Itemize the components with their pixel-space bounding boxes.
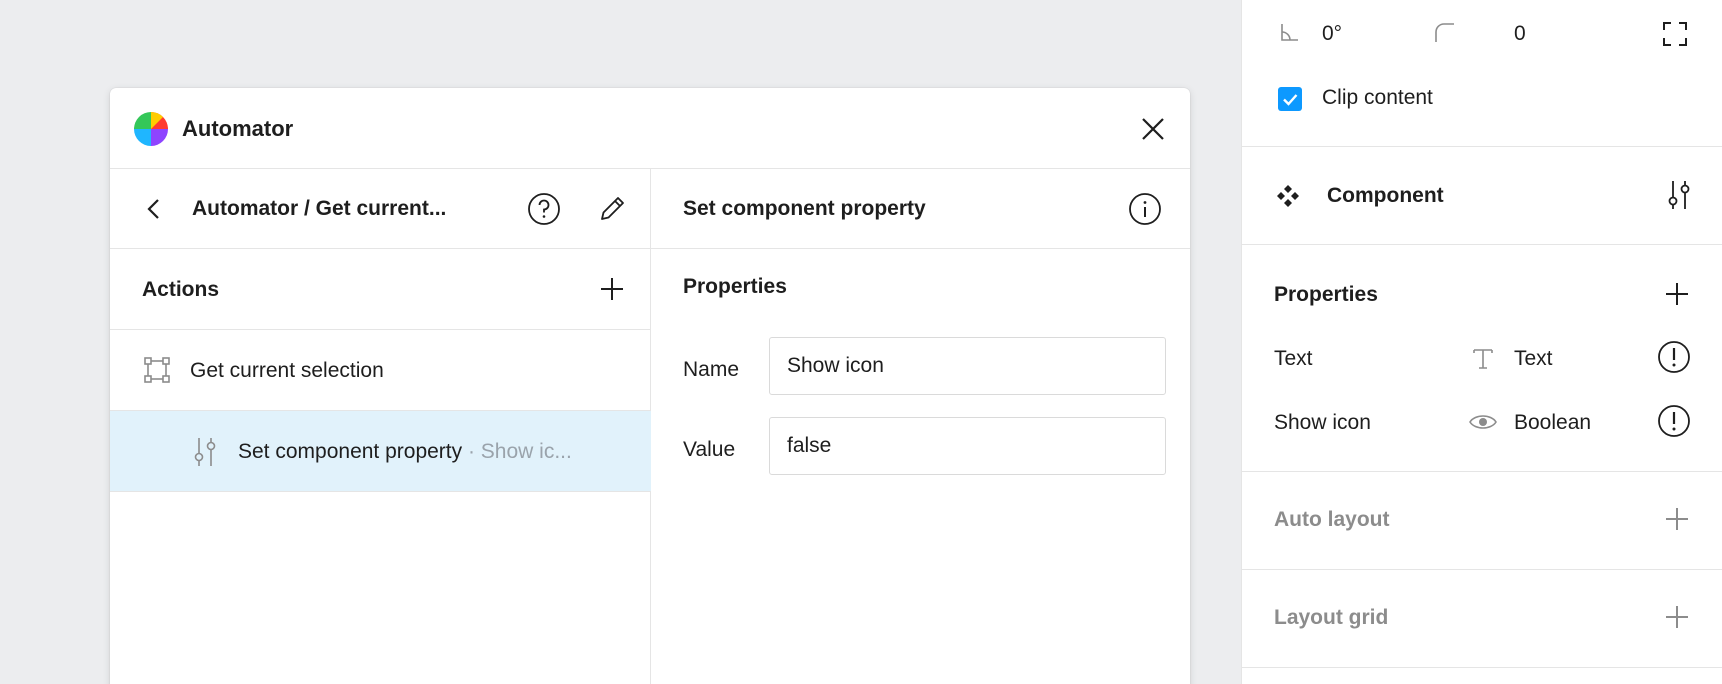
value-field-label: Value	[683, 438, 736, 461]
add-auto-layout-plus-icon[interactable]	[1662, 504, 1692, 534]
clip-content-label: Clip content	[1322, 86, 1433, 109]
corner-radius-icon	[1432, 20, 1456, 44]
layout-grid-title: Layout grid	[1274, 606, 1389, 629]
add-property-plus-icon[interactable]	[1662, 279, 1692, 309]
automator-plugin-window: Automator Automator / Get current... Act…	[110, 88, 1190, 684]
action-item-get-current-selection[interactable]: Get current selection	[110, 330, 651, 411]
rotation-angle-icon	[1278, 20, 1302, 44]
warning-icon[interactable]	[1656, 339, 1692, 375]
actions-title: Actions	[142, 278, 220, 301]
pencil-icon[interactable]	[594, 191, 630, 227]
action-label: Set component property · Show ic...	[238, 440, 572, 463]
add-layout-grid-plus-icon[interactable]	[1662, 602, 1692, 632]
automation-list-pane: Automator / Get current... Actions Get c…	[110, 169, 651, 684]
frame-selection-icon	[142, 355, 172, 385]
independent-corners-icon[interactable]	[1661, 20, 1689, 48]
component-title: Component	[1327, 184, 1444, 207]
back-arrow-icon[interactable]	[138, 193, 170, 225]
warning-icon[interactable]	[1656, 403, 1692, 439]
rotation-value[interactable]: 0°	[1322, 22, 1342, 46]
automator-logo-icon	[134, 112, 168, 146]
action-item-set-component-property[interactable]: Set component property · Show ic...	[110, 411, 651, 492]
property-name-show-icon[interactable]: Show icon	[1274, 411, 1371, 435]
value-input[interactable]: false	[769, 417, 1166, 475]
add-action-plus-icon[interactable]	[596, 273, 628, 305]
property-type-boolean: Boolean	[1514, 411, 1592, 434]
properties-title: Properties	[1274, 283, 1378, 306]
property-name-text[interactable]: Text	[1274, 347, 1313, 371]
component-property-sliders-icon	[190, 436, 220, 466]
auto-layout-title: Auto layout	[1274, 508, 1390, 531]
action-sublabel: · Show ic...	[462, 440, 572, 463]
properties-title: Properties	[683, 275, 787, 298]
plugin-title: Automator	[182, 116, 294, 141]
actions-header: Actions	[110, 249, 651, 330]
component-settings-sliders-icon[interactable]	[1664, 179, 1694, 211]
action-label: Get current selection	[190, 359, 384, 382]
nav-header: Automator / Get current...	[110, 169, 651, 249]
breadcrumb: Automator / Get current...	[192, 197, 447, 220]
component-icon	[1276, 184, 1300, 208]
corner-radius-value[interactable]: 0	[1514, 22, 1526, 46]
action-detail-pane: Set component property Properties Name S…	[651, 169, 1190, 684]
name-input[interactable]: Show icon	[769, 337, 1166, 395]
text-type-icon	[1470, 345, 1496, 371]
layout-grid-section: Layout grid	[1242, 570, 1722, 668]
info-icon[interactable]	[1127, 191, 1163, 227]
detail-title: Set component property	[683, 197, 926, 220]
auto-layout-section: Auto layout	[1242, 472, 1722, 570]
frame-section: 0° 0 Clip content	[1242, 0, 1722, 147]
properties-section: Properties Text Text Show icon Boolean	[1242, 245, 1722, 472]
clip-content-checkbox[interactable]	[1278, 87, 1302, 111]
detail-header: Set component property	[651, 169, 1190, 249]
component-section: Component	[1242, 147, 1722, 245]
design-properties-panel: 0° 0 Clip content Component Properties T…	[1241, 0, 1722, 684]
name-field-label: Name	[683, 358, 740, 381]
help-icon[interactable]	[526, 191, 562, 227]
close-icon[interactable]	[1136, 112, 1170, 146]
eye-icon	[1468, 411, 1498, 433]
plugin-titlebar: Automator	[110, 88, 1190, 169]
property-type-text: Text	[1514, 347, 1553, 370]
